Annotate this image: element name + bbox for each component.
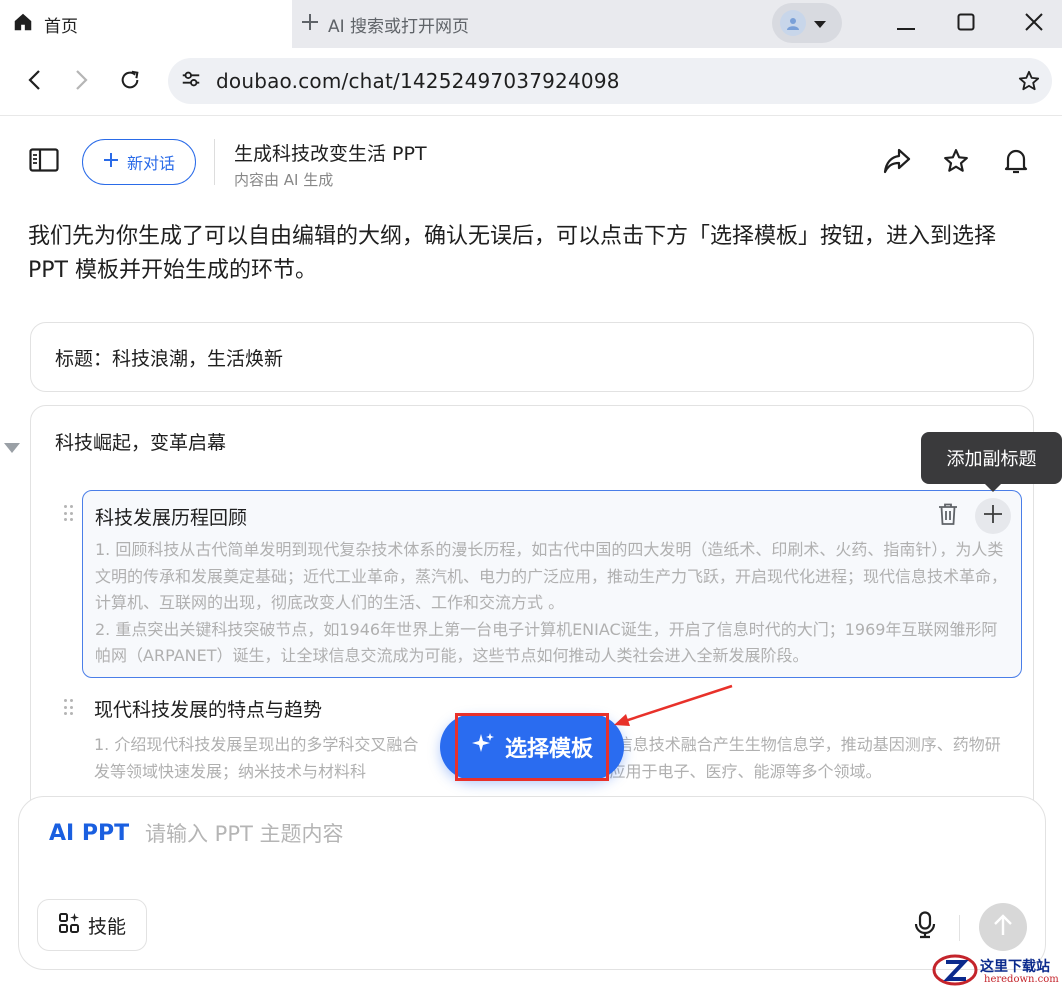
subsection-body[interactable]: 1. 回顾科技从古代简单发明到现代复杂技术体系的漫长历程，如古代中国的四大发明（… (95, 537, 1011, 670)
chat-subtitle: 内容由 AI 生成 (234, 171, 334, 189)
tab-label: AI 搜索或打开网页 (328, 16, 470, 37)
maximize-icon (957, 13, 975, 35)
subsection-point[interactable]: 2. 重点突出关键科技突破节点，如1946年世界上第一台电子计算机ENIAC诞生… (95, 617, 1011, 670)
chat-header: 新对话 生成科技改变生活 PPT 内容由 AI 生成 (0, 117, 1062, 207)
new-chat-label: 新对话 (126, 154, 175, 173)
apps-grid-icon (58, 912, 80, 939)
close-icon (1025, 13, 1043, 35)
browser-navbar: doubao.com/chat/14252497037924098 (0, 48, 1062, 116)
back-button[interactable] (14, 62, 54, 102)
collapse-toggle-icon[interactable] (4, 443, 20, 453)
site-settings-icon[interactable] (180, 68, 202, 94)
new-chat-button[interactable]: 新对话 (82, 139, 196, 185)
chevron-down-icon (814, 14, 826, 33)
section-title[interactable]: 科技崛起，变革启幕 (55, 428, 226, 455)
arrow-up-icon (993, 914, 1013, 940)
arrow-left-icon (27, 69, 41, 95)
share-icon (883, 148, 911, 178)
sidebar-toggle-button[interactable] (28, 147, 60, 177)
tab-label: 首页 (44, 16, 78, 37)
arrow-right-icon (75, 69, 89, 95)
watermark-en: heredown.com (984, 974, 1059, 985)
plus-icon (983, 504, 1003, 528)
send-button[interactable] (979, 903, 1027, 951)
ppt-topic-input[interactable] (145, 817, 845, 851)
microphone-icon (914, 911, 936, 943)
drag-handle-icon[interactable] (64, 699, 74, 717)
add-subtitle-tooltip: 添加副标题 (921, 432, 1062, 492)
sidebar-icon (29, 148, 59, 176)
outline-title-card[interactable]: 标题：科技浪潮，生活焕新 (30, 322, 1034, 392)
annotation-arrow-icon (614, 684, 733, 726)
trash-icon (938, 503, 958, 529)
notification-button[interactable] (1000, 147, 1032, 179)
share-button[interactable] (880, 147, 914, 179)
browser-titlebar: 首页 AI 搜索或打开网页 (0, 0, 1062, 48)
bookmark-star-icon[interactable] (1018, 70, 1040, 96)
subsection-title[interactable]: 科技发展历程回顾 (95, 503, 247, 530)
add-subtitle-button[interactable] (975, 498, 1011, 534)
user-avatar-icon (780, 10, 806, 36)
tab-new-ai-search[interactable]: AI 搜索或打开网页 (300, 0, 469, 48)
site-watermark: 这里下载站 heredown.com (928, 950, 1062, 990)
delete-subsection-button[interactable] (933, 501, 963, 531)
select-template-label: 选择模板 (504, 737, 593, 762)
favorite-button[interactable] (940, 147, 972, 179)
chat-title: 生成科技改变生活 PPT (234, 143, 427, 165)
reload-button[interactable] (110, 62, 150, 102)
watermark-cn: 这里下载站 (980, 959, 1050, 975)
minimize-icon (897, 15, 915, 34)
profile-button[interactable] (772, 3, 842, 43)
address-bar[interactable]: doubao.com/chat/14252497037924098 (168, 58, 1052, 104)
composer-divider (959, 915, 960, 941)
watermark-logo-icon (932, 952, 978, 990)
close-window-button[interactable] (1004, 0, 1062, 48)
plus-icon (103, 152, 119, 172)
subsection-title[interactable]: 现代科技发展的特点与趋势 (94, 695, 322, 722)
maximize-button[interactable] (936, 0, 996, 48)
ai-ppt-mode-label[interactable]: AI PPT (49, 821, 129, 846)
skills-label: 技能 (87, 915, 126, 938)
skills-button[interactable]: 技能 (37, 899, 147, 951)
outline-title-text[interactable]: 标题：科技浪潮，生活焕新 (55, 344, 283, 371)
reload-icon (119, 69, 141, 95)
subsection-card[interactable]: 科技发展历程回顾 1. 回顾科技从古代简单发明到现代复杂技术体系的漫长历程，如古… (82, 490, 1022, 678)
minimize-button[interactable] (876, 0, 936, 48)
chat-composer: AI PPT 技能 (18, 796, 1046, 970)
subsection-point[interactable]: 1. 回顾科技从古代简单发明到现代复杂技术体系的漫长历程，如古代中国的四大发明（… (95, 537, 1011, 617)
url-text[interactable]: doubao.com/chat/14252497037924098 (216, 69, 620, 93)
plus-icon (300, 12, 320, 36)
home-icon (12, 11, 34, 37)
forward-button[interactable] (62, 62, 102, 102)
select-template-button[interactable]: 选择模板 (440, 714, 624, 780)
drag-handle-icon[interactable] (64, 505, 74, 523)
voice-input-button[interactable] (907, 909, 943, 945)
intro-message: 我们先为你生成了可以自由编辑的大纲，确认无误后，可以点击下方「选择模板」按钮，进… (28, 224, 997, 283)
bell-icon (1003, 147, 1029, 179)
tab-home[interactable]: 首页 (0, 0, 292, 48)
header-divider (214, 139, 215, 185)
star-icon (943, 148, 969, 178)
sparkle-icon (471, 732, 495, 762)
